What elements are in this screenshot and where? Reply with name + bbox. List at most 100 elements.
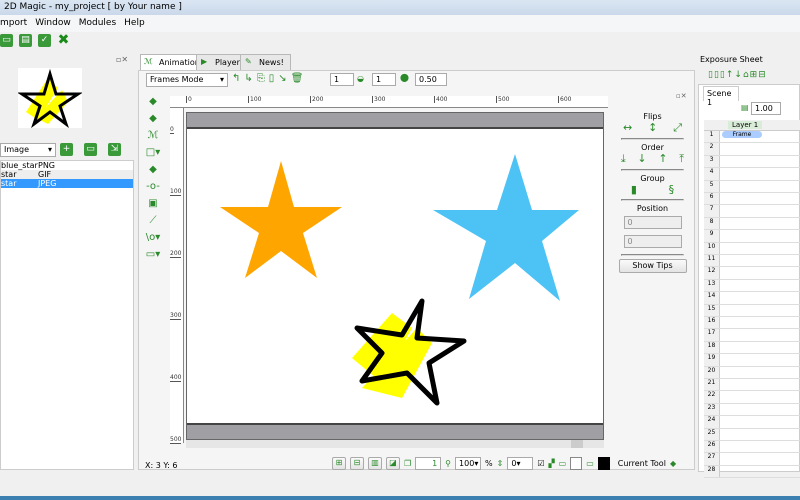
menu-modules[interactable]: Modules xyxy=(79,18,116,29)
eyedropper-icon[interactable]: ⟋ xyxy=(150,215,157,226)
exposure-row[interactable]: 6 xyxy=(704,193,800,206)
position-x-input[interactable]: 0 xyxy=(623,216,682,229)
opacity-input[interactable]: 0.50 xyxy=(415,73,447,86)
exposure-row[interactable]: 2 xyxy=(704,143,800,156)
exposure-row[interactable]: 9 xyxy=(704,230,800,243)
tab-scene-1[interactable]: Scene 1 xyxy=(703,86,739,107)
exposure-row[interactable]: 12 xyxy=(704,267,800,280)
rect-tool-icon[interactable]: □▾ xyxy=(146,147,160,158)
flip-h-icon[interactable]: ↔ xyxy=(623,121,632,135)
exposure-row[interactable]: 23 xyxy=(704,403,800,417)
position-y-input[interactable]: 0 xyxy=(623,235,682,248)
type-filter-select[interactable]: Image ▾ xyxy=(0,143,56,157)
grid-icon[interactable]: ⊞ xyxy=(332,457,346,470)
spin2-input[interactable]: 1 xyxy=(372,73,396,86)
wave-tool-icon[interactable]: ℳ xyxy=(148,130,159,141)
exposure-row[interactable]: 27 xyxy=(704,453,800,466)
node-tool-icon[interactable]: \o▾ xyxy=(146,232,161,243)
fill-color-swatch[interactable] xyxy=(597,457,610,470)
stroke-icon[interactable]: ▭ xyxy=(559,459,567,468)
exposure-row[interactable]: 19 xyxy=(704,354,800,367)
exposure-row[interactable]: 4 xyxy=(704,168,800,181)
open-folder-icon[interactable]: ▭ xyxy=(0,34,13,47)
exposure-row[interactable]: 5 xyxy=(704,180,800,193)
paste-icon[interactable]: ▯ xyxy=(269,73,275,84)
exposure-row[interactable]: 11 xyxy=(704,255,800,268)
exposure-row[interactable]: 18 xyxy=(704,341,800,355)
mode-select[interactable]: Frames Mode ▾ xyxy=(146,73,228,87)
lock-icon[interactable]: ⌂ xyxy=(743,70,750,80)
image-tool-icon[interactable]: ▭▾ xyxy=(146,249,160,260)
horizontal-scrollbar[interactable] xyxy=(186,440,604,448)
columns-icon[interactable]: ▥ xyxy=(368,457,382,470)
layers-icon[interactable]: ❐ xyxy=(404,459,411,468)
menu-window[interactable]: Window xyxy=(35,18,71,29)
add-layer-icon[interactable]: ⊞ xyxy=(750,70,759,80)
exposure-row[interactable]: 1 Frame xyxy=(704,131,800,144)
stroke-color-swatch[interactable] xyxy=(570,457,583,470)
select-tool-icon[interactable]: ◆ xyxy=(149,96,157,107)
list-item[interactable]: blue_star PNG xyxy=(1,161,133,170)
exposure-row[interactable]: 17 xyxy=(704,329,800,342)
group-icon[interactable]: ▮ xyxy=(631,183,637,196)
add-icon[interactable]: + xyxy=(60,143,73,156)
save-icon[interactable]: ▤ xyxy=(19,34,32,47)
to-top-icon[interactable]: ⤒ xyxy=(679,152,684,166)
flip-diag-icon[interactable]: ⤢ xyxy=(673,121,682,135)
list-item[interactable]: star GIF xyxy=(1,170,133,179)
bucket-tool-icon[interactable]: ▣ xyxy=(148,198,157,209)
copy-icon[interactable]: ⎘ xyxy=(257,73,265,84)
exposure-row[interactable]: 13 xyxy=(704,279,800,293)
spin1-input[interactable]: 1 xyxy=(330,73,354,86)
exposure-row[interactable]: 21 xyxy=(704,379,800,392)
menu-import[interactable]: mport xyxy=(0,18,27,29)
rotation-select[interactable]: 0▾ xyxy=(507,457,534,470)
fill-icon[interactable]: ▭ xyxy=(586,459,594,468)
line-tool-icon[interactable]: -o- xyxy=(146,181,160,192)
fit-icon[interactable]: ◪ xyxy=(386,457,400,470)
import-icon[interactable]: ⇲ xyxy=(108,143,121,156)
show-tips-button[interactable]: Show Tips xyxy=(618,259,687,273)
down-icon[interactable]: ↓ xyxy=(637,152,646,166)
next-arrow-icon[interactable]: ↳ xyxy=(244,73,252,84)
frame-cell[interactable]: Frame xyxy=(722,131,762,138)
save-as-icon[interactable]: ✓ xyxy=(38,34,51,47)
exposure-row[interactable]: 10 xyxy=(704,242,800,255)
prev-arrow-icon[interactable]: ↰ xyxy=(232,73,240,84)
layer-1-header[interactable]: Layer 1 xyxy=(728,121,763,129)
remove-layer-icon[interactable]: ⊟ xyxy=(758,70,767,80)
zoom-select[interactable]: 100▾ xyxy=(455,457,482,470)
delete-icon[interactable]: 🗑 xyxy=(291,73,304,84)
panel-float-close-icons[interactable]: ▫✕ xyxy=(676,92,687,100)
exposure-row[interactable]: 8 xyxy=(704,217,800,231)
pen-tool-icon[interactable]: ◆ xyxy=(149,113,157,124)
exposure-row[interactable]: 3 xyxy=(704,155,800,169)
exposure-row[interactable]: 7 xyxy=(704,205,800,218)
exposure-row[interactable]: 16 xyxy=(704,317,800,330)
checkbox[interactable]: ☑ xyxy=(537,459,544,468)
down-arrow-icon[interactable]: ↓ xyxy=(734,70,743,80)
list-item-selected[interactable]: star JPEG xyxy=(1,179,133,188)
up-icon[interactable]: ↑ xyxy=(658,152,667,166)
exposure-row[interactable]: 24 xyxy=(704,416,800,429)
exposure-row[interactable]: 15 xyxy=(704,304,800,317)
exposure-row[interactable]: 14 xyxy=(704,292,800,305)
frame-input[interactable]: 1 xyxy=(415,457,442,470)
insert-icon[interactable]: ↘ xyxy=(278,73,286,84)
brush-tool-icon[interactable]: ◆ xyxy=(149,164,157,175)
exposure-row[interactable]: 20 xyxy=(704,366,800,379)
scale-input[interactable]: 1.00 xyxy=(751,102,781,115)
canvas[interactable] xyxy=(186,112,604,440)
exposure-row[interactable]: 28 xyxy=(704,465,800,479)
ungroup-icon[interactable]: § xyxy=(669,183,675,196)
close-x-icon[interactable]: ✖ xyxy=(57,33,70,47)
add-folder-icon[interactable]: ▭ xyxy=(84,143,97,156)
flip-v-icon[interactable]: ↕ xyxy=(648,121,657,135)
to-bottom-icon[interactable]: ⤓ xyxy=(621,152,626,166)
exposure-row[interactable]: 26 xyxy=(704,441,800,454)
exposure-row[interactable]: 25 xyxy=(704,428,800,441)
menu-help[interactable]: Help xyxy=(124,18,145,29)
panel-float-close-icons[interactable]: ▫✕ xyxy=(116,55,128,64)
exposure-row[interactable]: 22 xyxy=(704,391,800,404)
link-icon[interactable]: ▞ xyxy=(549,459,555,468)
